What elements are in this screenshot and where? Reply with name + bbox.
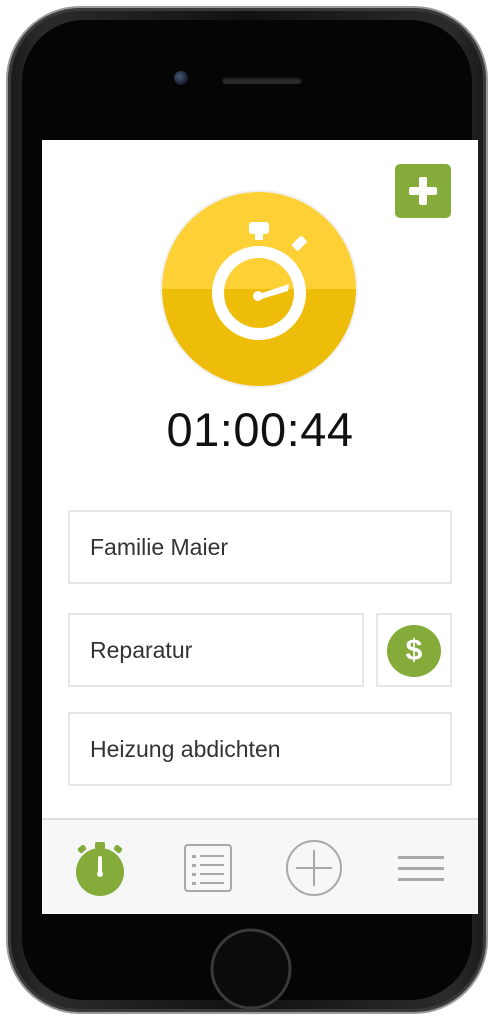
- bottom-tab-bar: [42, 818, 478, 914]
- hamburger-menu-icon: [398, 856, 444, 881]
- billable-toggle[interactable]: $: [376, 613, 452, 687]
- tab-timer[interactable]: [68, 838, 132, 898]
- customer-field[interactable]: Familie Maier: [68, 510, 452, 584]
- stopwatch-icon: [76, 842, 124, 896]
- tab-menu[interactable]: [388, 838, 452, 898]
- tab-list[interactable]: [176, 838, 240, 898]
- app-screen: 01:00:44 Familie Maier Reparatur $ Heizu…: [42, 140, 478, 914]
- plus-circle-icon: [286, 840, 342, 896]
- activity-field[interactable]: Reparatur: [68, 613, 364, 687]
- elapsed-time: 01:00:44: [166, 403, 354, 456]
- front-camera: [174, 71, 188, 85]
- note-field[interactable]: Heizung abdichten: [68, 712, 452, 786]
- list-icon: [184, 844, 232, 892]
- dollar-icon: $: [387, 625, 441, 677]
- stopwatch-icon: [212, 222, 307, 340]
- tab-add[interactable]: [282, 838, 346, 898]
- add-entry-button[interactable]: [395, 164, 451, 218]
- phone-frame: 01:00:44 Familie Maier Reparatur $ Heizu…: [8, 8, 486, 1012]
- earpiece-speaker: [222, 77, 302, 84]
- timer-start-stop-button[interactable]: [162, 192, 356, 386]
- home-button[interactable]: [208, 926, 294, 1012]
